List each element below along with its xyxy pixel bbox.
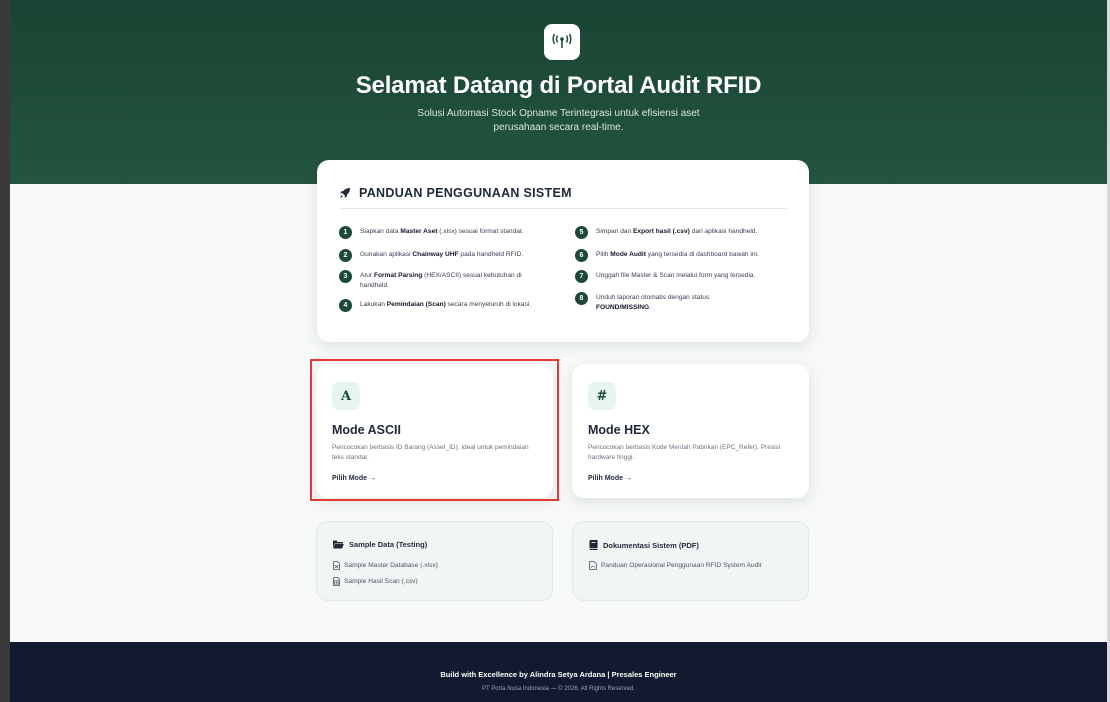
guide-step-4: 4 Lakukan Pemindaian (Scan) secara menye…	[339, 299, 549, 312]
page-title: Selamat Datang di Portal Audit RFID	[355, 72, 762, 99]
guide-title-text: PANDUAN PENGGUNAAN SISTEM	[359, 186, 572, 200]
step-number: 8	[575, 292, 588, 305]
hero-subtitle-line1: Solusi Automasi Stock Opname Terintegras…	[417, 108, 700, 119]
sample-master-link[interactable]: Sample Master Database (.xlsx)	[333, 561, 438, 570]
mode-ascii-select-link[interactable]: Pilih Mode →	[332, 475, 376, 482]
mode-ascii-title: Mode ASCII	[332, 423, 401, 437]
hero-logo	[544, 24, 580, 60]
sample-data-heading: Sample Data (Testing)	[333, 540, 427, 549]
documentation-panel: Dokumentasi Sistem (PDF) Panduan Operasi…	[572, 521, 809, 601]
step-text: Pilih Mode Audit yang tersedia di dashbo…	[596, 251, 759, 258]
hero-subtitle-line2: perusahaan secara real-time.	[493, 122, 624, 133]
sample-master-text[interactable]: Sample Master Database (.xlsx)	[344, 562, 438, 569]
documentation-title: Dokumentasi Sistem (PDF)	[603, 540, 699, 550]
step-number: 7	[575, 270, 588, 283]
guide-divider	[339, 208, 787, 209]
mode-hex-description: Pencocokan berbasis Kode Mentah Pabrikan…	[588, 444, 781, 461]
guide-step-1: 1 Siapkan data Master Aset (.xlsx) sesua…	[339, 226, 549, 239]
guide-step-3: 3 Atur Format Parsing (HEX/ASCII) sesuai…	[339, 270, 549, 290]
step-number: 6	[575, 249, 588, 262]
documentation-guide-text[interactable]: Panduan Operasional Penggunaan RFID Syst…	[601, 562, 762, 569]
step-text: Lakukan Pemindaian (Scan) secara menyelu…	[360, 301, 532, 308]
step-number: 4	[339, 299, 352, 312]
step-number: 2	[339, 249, 352, 262]
mode-hex-card[interactable]: # Mode HEX Pencocokan berbasis Kode Ment…	[572, 364, 809, 498]
window-left-border	[0, 0, 10, 702]
mode-ascii-card[interactable]: A Mode ASCII Pencocokan berbasis ID Bara…	[316, 364, 553, 498]
book-icon	[589, 540, 598, 550]
step-text: Simpan dan Export hasil (.csv) dari apli…	[596, 228, 758, 235]
step-text: Atur Format Parsing (HEX/ASCII) sesuai k…	[360, 272, 522, 289]
step-text: Gunakan aplikasi Chainway UHF pada handh…	[360, 251, 524, 258]
guide-step-8: 8 Unduh laporan otomatis dengan status F…	[575, 292, 765, 312]
sample-scan-link[interactable]: Sample Hasil Scan (.csv)	[333, 577, 418, 586]
guide-step-2: 2 Gunakan aplikasi Chainway UHF pada han…	[339, 249, 549, 262]
step-text: Siapkan data Master Aset (.xlsx) sesuai …	[360, 228, 524, 235]
footer-credit: Build with Excellence by Alindra Setya A…	[440, 670, 677, 679]
sample-data-panel: Sample Data (Testing) Sample Master Data…	[316, 521, 553, 601]
file-excel-icon	[333, 561, 340, 570]
hash-icon: #	[588, 382, 616, 410]
file-csv-icon	[333, 577, 340, 586]
step-text: Unduh laporan otomatis dengan status FOU…	[596, 294, 710, 311]
step-text: Unggah file Master & Scan melalui form y…	[596, 272, 756, 279]
sample-data-title: Sample Data (Testing)	[349, 540, 428, 549]
documentation-heading: Dokumentasi Sistem (PDF)	[589, 540, 699, 550]
guide-card: PANDUAN PENGGUNAAN SISTEM 1 Siapkan data…	[317, 160, 809, 342]
step-number: 3	[339, 270, 352, 283]
mode-hex-select-link[interactable]: Pilih Mode →	[588, 475, 632, 482]
guide-step-6: 6 Pilih Mode Audit yang tersedia di dash…	[575, 249, 790, 262]
guide-step-5: 5 Simpan dan Export hasil (.csv) dari ap…	[575, 226, 790, 239]
mode-hex-title: Mode HEX	[588, 423, 650, 437]
antenna-signal-icon	[552, 33, 572, 48]
mode-ascii-description: Pencocokan berbasis ID Barang (Asset_ID)…	[332, 444, 529, 461]
hero-subtitle: Solusi Automasi Stock Opname Terintegras…	[10, 107, 1107, 135]
step-number: 5	[575, 226, 588, 239]
folder-open-icon	[333, 540, 344, 549]
letter-a-icon: A	[332, 382, 360, 410]
rocket-icon	[340, 188, 350, 198]
file-pdf-icon	[589, 561, 597, 570]
footer-copyright: PT Porta Nusa Indonesia — © 2026. All Ri…	[481, 686, 636, 692]
page-footer: Build with Excellence by Alindra Setya A…	[10, 642, 1107, 702]
guide-step-7: 7 Unggah file Master & Scan melalui form…	[575, 270, 790, 283]
documentation-guide-link[interactable]: Panduan Operasional Penggunaan RFID Syst…	[589, 561, 762, 570]
guide-heading: PANDUAN PENGGUNAAN SISTEM	[339, 186, 572, 200]
sample-scan-text[interactable]: Sample Hasil Scan (.csv)	[344, 578, 418, 585]
step-number: 1	[339, 226, 352, 239]
